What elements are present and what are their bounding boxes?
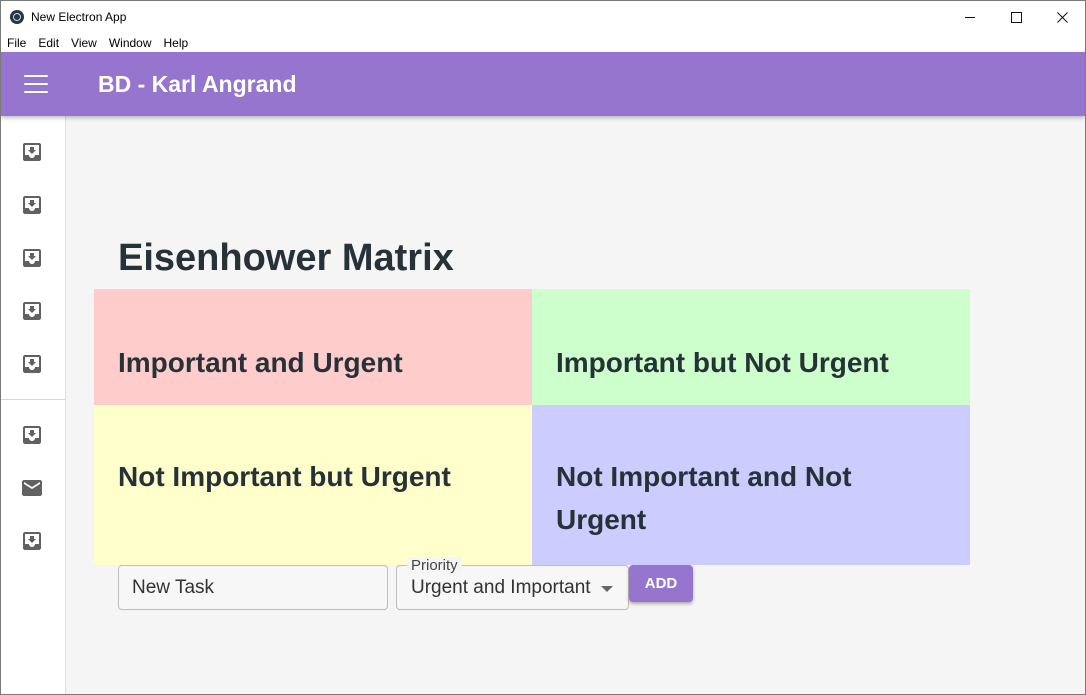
electron-app-icon: [10, 10, 24, 24]
sidebar-item-inbox-1[interactable]: [20, 140, 44, 164]
quadrant-important-not-urgent: Important but Not Urgent: [532, 289, 970, 405]
priority-selected-value: Urgent and Important: [411, 577, 591, 598]
new-task-input[interactable]: [118, 565, 388, 610]
sidebar-item-inbox-6[interactable]: [20, 423, 44, 447]
move-to-inbox-icon: [23, 355, 41, 373]
sidebar-item-mail[interactable]: [20, 476, 44, 500]
sidebar-item-inbox-2[interactable]: [20, 193, 44, 217]
quadrant-title: Important but Not Urgent: [556, 347, 889, 378]
app-window: New Electron App File Edit View Window H…: [0, 0, 1086, 695]
close-button[interactable]: [1039, 1, 1085, 33]
menu-edit[interactable]: Edit: [32, 36, 65, 50]
move-to-inbox-icon: [23, 249, 41, 267]
quadrant-title: Not Important but Urgent: [118, 461, 451, 492]
sidebar-drawer: [1, 116, 66, 694]
quadrant-important-urgent: Important and Urgent: [94, 289, 532, 405]
quadrant-title: Not Important and Not Urgent: [556, 461, 852, 535]
sidebar-item-inbox-5[interactable]: [20, 352, 44, 376]
move-to-inbox-icon: [23, 426, 41, 444]
menu-file[interactable]: File: [1, 36, 32, 50]
minimize-icon: [964, 16, 975, 18]
move-to-inbox-icon: [23, 196, 41, 214]
menu-view[interactable]: View: [65, 36, 103, 50]
hamburger-menu-icon[interactable]: [24, 75, 48, 93]
menu-help[interactable]: Help: [158, 36, 195, 50]
close-icon: [1056, 11, 1068, 23]
move-to-inbox-icon: [23, 302, 41, 320]
sidebar-divider: [1, 399, 65, 400]
mail-icon: [22, 480, 42, 496]
maximize-button[interactable]: [993, 1, 1039, 33]
priority-label: Priority: [407, 557, 462, 574]
add-task-button[interactable]: ADD: [629, 565, 693, 602]
quadrant-not-important-not-urgent: Not Important and Not Urgent: [532, 405, 970, 565]
quadrant-title: Important and Urgent: [118, 347, 403, 378]
move-to-inbox-icon: [23, 143, 41, 161]
page-title: Eisenhower Matrix: [118, 237, 454, 279]
window-controls: [947, 1, 1085, 33]
menu-bar: File Edit View Window Help: [1, 33, 1085, 52]
sidebar-item-inbox-3[interactable]: [20, 246, 44, 270]
sidebar-item-inbox-4[interactable]: [20, 299, 44, 323]
minimize-button[interactable]: [947, 1, 993, 33]
window-title: New Electron App: [31, 10, 127, 24]
menu-window[interactable]: Window: [103, 36, 158, 50]
app-bar-title: BD - Karl Angrand: [98, 70, 297, 97]
dropdown-arrow-icon: [601, 586, 613, 592]
eisenhower-matrix: Important and Urgent Important but Not U…: [94, 289, 970, 565]
priority-select[interactable]: Priority Urgent and Important: [396, 557, 629, 610]
app-bar: BD - Karl Angrand: [1, 52, 1085, 116]
move-to-inbox-icon: [23, 532, 41, 550]
title-bar: New Electron App: [1, 1, 1085, 33]
quadrant-not-important-urgent: Not Important but Urgent: [94, 405, 532, 565]
sidebar-item-inbox-7[interactable]: [20, 529, 44, 553]
maximize-icon: [1010, 11, 1022, 23]
